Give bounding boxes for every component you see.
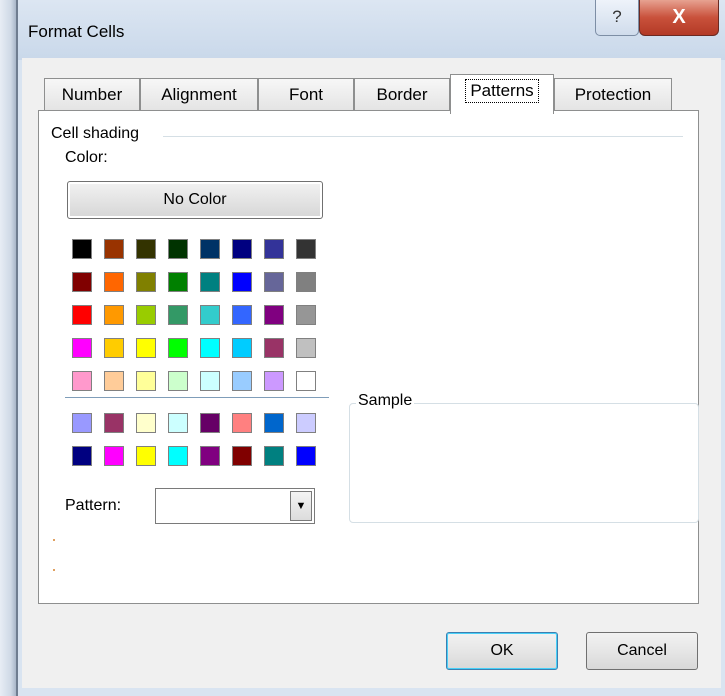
color-swatch-chart-0-6[interactable]	[264, 413, 284, 433]
color-label: Color:	[65, 149, 108, 166]
cancel-button[interactable]: Cancel	[586, 632, 698, 670]
color-swatch-main-2-5[interactable]	[232, 305, 252, 325]
tab-label: Border	[376, 85, 428, 104]
no-color-label: No Color	[163, 191, 227, 208]
color-swatch-main-3-2[interactable]	[136, 338, 156, 358]
color-swatch-chart-1-2[interactable]	[136, 446, 156, 466]
color-swatch-main-1-4[interactable]	[200, 272, 220, 292]
color-swatch-main-2-3[interactable]	[168, 305, 188, 325]
color-swatch-chart-1-4[interactable]	[200, 446, 220, 466]
tab-font[interactable]: Font	[258, 78, 354, 112]
color-swatch-main-4-7[interactable]	[296, 371, 316, 391]
dialog-client-area: Number Alignment Font Border Patterns Pr…	[22, 58, 721, 688]
color-swatch-main-2-7[interactable]	[296, 305, 316, 325]
color-swatch-main-0-0[interactable]	[72, 239, 92, 259]
patterns-panel: Cell shading Color: No Color Pattern: ▼ …	[38, 110, 699, 604]
palette-separator	[65, 397, 329, 398]
dialog-title: Format Cells	[28, 22, 125, 41]
color-swatch-main-1-2[interactable]	[136, 272, 156, 292]
color-swatch-chart-1-5[interactable]	[232, 446, 252, 466]
tab-label: Alignment	[161, 85, 237, 104]
color-swatch-main-0-5[interactable]	[232, 239, 252, 259]
color-swatch-main-2-0[interactable]	[72, 305, 92, 325]
color-swatch-main-4-1[interactable]	[104, 371, 124, 391]
tab-label: Font	[288, 85, 324, 104]
color-swatch-main-3-6[interactable]	[264, 338, 284, 358]
tab-border[interactable]: Border	[354, 78, 450, 112]
dropdown-arrow-button[interactable]: ▼	[290, 491, 312, 521]
color-swatch-chart-1-0[interactable]	[72, 446, 92, 466]
color-swatch-chart-0-2[interactable]	[136, 413, 156, 433]
tab-label: Patterns	[465, 79, 539, 103]
color-swatch-main-0-2[interactable]	[136, 239, 156, 259]
color-swatch-chart-0-1[interactable]	[104, 413, 124, 433]
color-swatch-main-2-4[interactable]	[200, 305, 220, 325]
color-swatch-main-3-0[interactable]	[72, 338, 92, 358]
color-swatch-main-2-1[interactable]	[104, 305, 124, 325]
close-button[interactable]: X	[639, 0, 719, 36]
format-cells-dialog: Format Cells ? X Number Alignment Font B…	[18, 0, 725, 696]
color-swatch-main-4-4[interactable]	[200, 371, 220, 391]
color-swatch-main-1-7[interactable]	[296, 272, 316, 292]
color-swatch-main-2-2[interactable]	[136, 305, 156, 325]
color-swatch-main-0-1[interactable]	[104, 239, 124, 259]
pattern-dropdown[interactable]: ▼	[155, 488, 315, 524]
color-swatch-main-4-3[interactable]	[168, 371, 188, 391]
color-swatch-main-4-2[interactable]	[136, 371, 156, 391]
tab-number[interactable]: Number	[44, 78, 140, 112]
color-swatch-main-1-5[interactable]	[232, 272, 252, 292]
color-swatch-main-1-3[interactable]	[168, 272, 188, 292]
color-swatch-main-4-6[interactable]	[264, 371, 284, 391]
color-swatch-main-1-6[interactable]	[264, 272, 284, 292]
color-swatch-main-3-3[interactable]	[168, 338, 188, 358]
color-swatch-main-4-5[interactable]	[232, 371, 252, 391]
stray-dot	[53, 569, 55, 571]
color-swatch-chart-0-7[interactable]	[296, 413, 316, 433]
color-swatch-main-0-6[interactable]	[264, 239, 284, 259]
tab-patterns[interactable]: Patterns	[450, 74, 554, 114]
sample-preview: Sample	[349, 392, 699, 523]
cancel-label: Cancel	[617, 642, 667, 659]
color-swatch-main-3-4[interactable]	[200, 338, 220, 358]
ok-label: OK	[490, 642, 514, 659]
color-swatch-chart-0-0[interactable]	[72, 413, 92, 433]
color-swatch-main-0-4[interactable]	[200, 239, 220, 259]
color-swatch-main-0-3[interactable]	[168, 239, 188, 259]
ok-button[interactable]: OK	[446, 632, 558, 670]
color-swatch-chart-1-7[interactable]	[296, 446, 316, 466]
color-swatch-chart-0-4[interactable]	[200, 413, 220, 433]
sample-label: Sample	[356, 392, 415, 410]
tab-label: Number	[61, 85, 123, 104]
color-swatch-chart-0-5[interactable]	[232, 413, 252, 433]
tab-label: Protection	[574, 85, 652, 104]
color-swatch-main-4-0[interactable]	[72, 371, 92, 391]
cell-shading-heading: Cell shading	[51, 125, 140, 142]
color-swatch-main-2-6[interactable]	[264, 305, 284, 325]
chevron-down-icon: ▼	[295, 500, 307, 512]
color-swatch-main-1-0[interactable]	[72, 272, 92, 292]
pattern-label: Pattern:	[65, 497, 122, 514]
stray-dot	[53, 539, 55, 541]
group-divider	[163, 136, 683, 137]
color-swatch-main-1-1[interactable]	[104, 272, 124, 292]
color-swatch-chart-1-1[interactable]	[104, 446, 124, 466]
color-swatch-chart-1-3[interactable]	[168, 446, 188, 466]
color-swatch-chart-1-6[interactable]	[264, 446, 284, 466]
title-bar[interactable]: Format Cells ? X	[18, 0, 725, 60]
color-swatch-main-0-7[interactable]	[296, 239, 316, 259]
tab-alignment[interactable]: Alignment	[140, 78, 258, 112]
color-swatch-chart-0-3[interactable]	[168, 413, 188, 433]
tab-protection[interactable]: Protection	[554, 78, 672, 112]
help-icon: ?	[612, 7, 622, 26]
close-icon: X	[672, 6, 686, 28]
no-color-button[interactable]: No Color	[67, 181, 323, 219]
help-button[interactable]: ?	[595, 0, 639, 36]
color-swatch-main-3-5[interactable]	[232, 338, 252, 358]
color-swatch-main-3-1[interactable]	[104, 338, 124, 358]
color-swatch-main-3-7[interactable]	[296, 338, 316, 358]
